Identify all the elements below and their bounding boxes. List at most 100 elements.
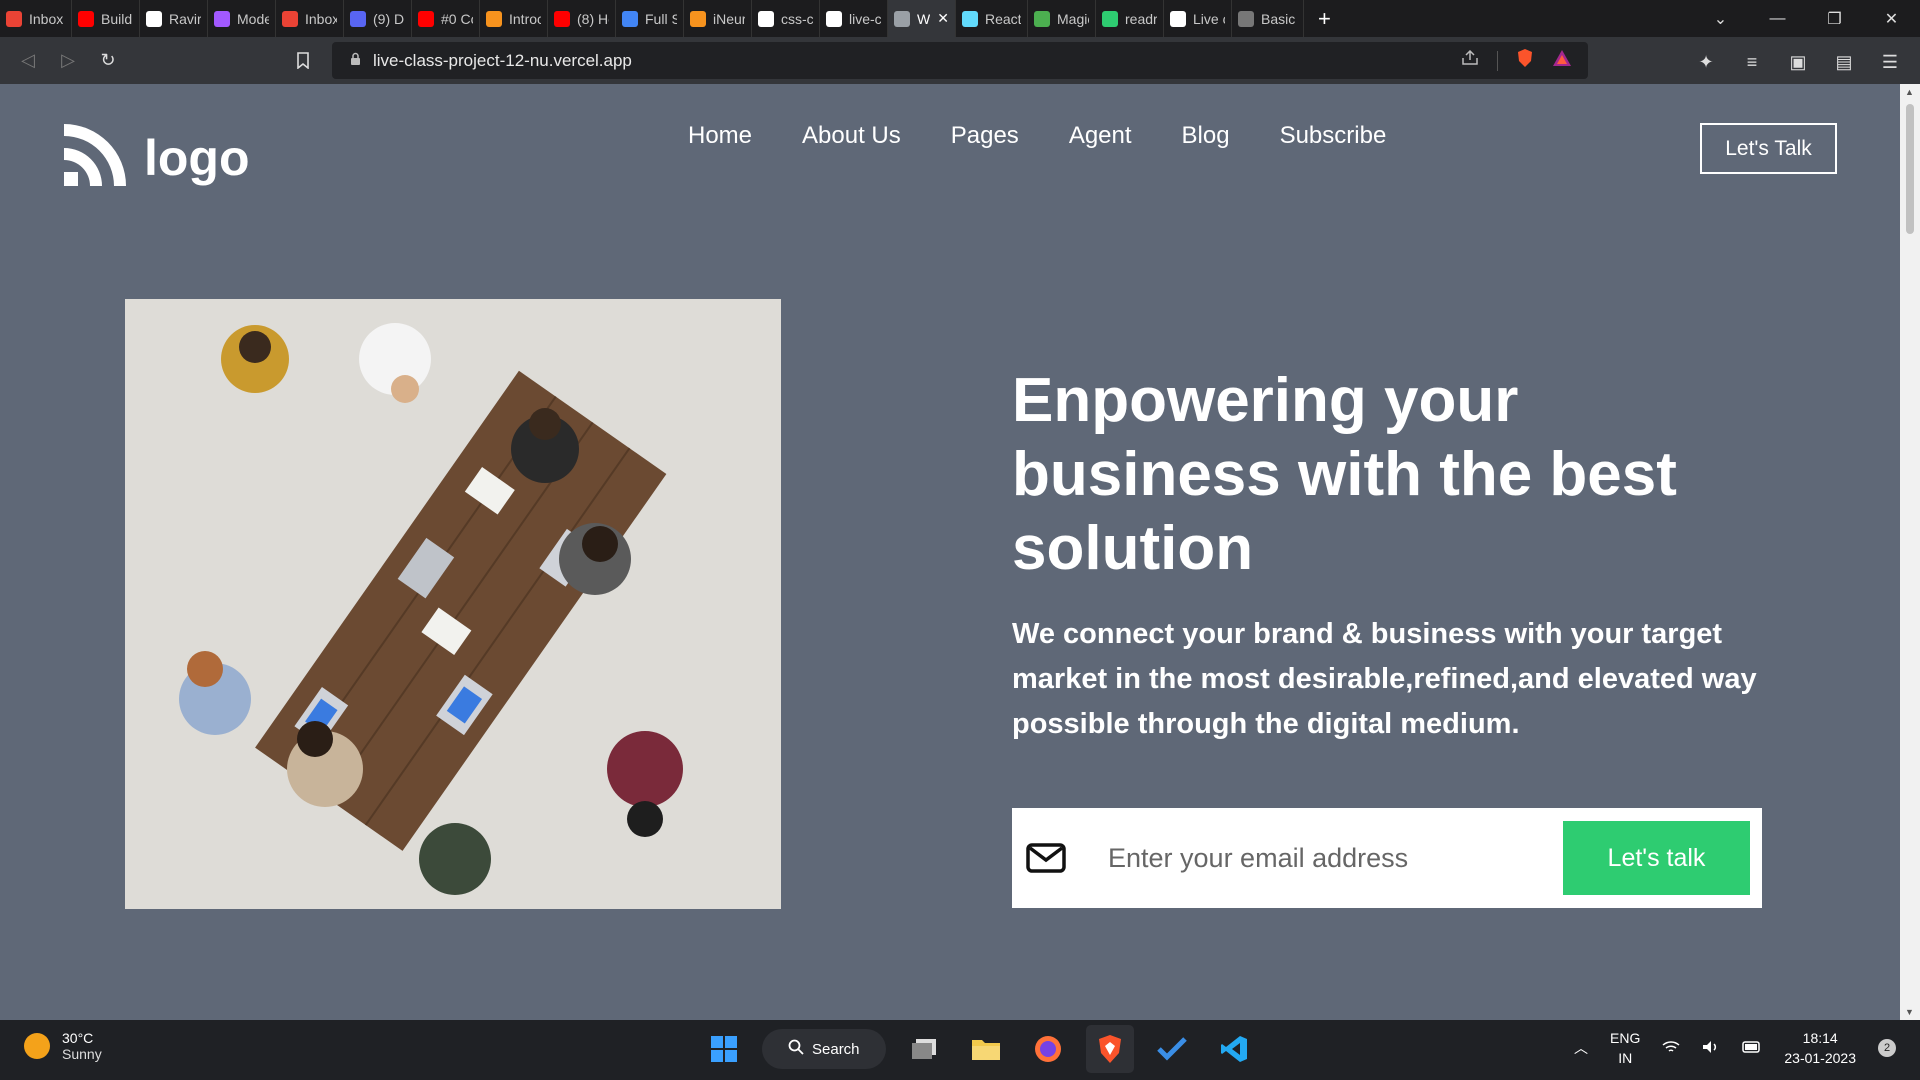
tab-title: Live c [1193, 10, 1225, 27]
main-nav: Home About Us Pages Agent Blog Subscribe [688, 122, 1386, 150]
menu-icon[interactable]: ☰ [1870, 42, 1910, 82]
extensions-icon[interactable]: ✦ [1686, 42, 1726, 82]
nav-about-us[interactable]: About Us [802, 122, 901, 150]
task-view-icon[interactable] [900, 1025, 948, 1073]
tab-title: Basic [1261, 10, 1296, 27]
weather-description: Sunny [62, 1046, 102, 1062]
gmail-icon [6, 10, 22, 27]
browser-tab[interactable]: readr [1096, 0, 1164, 37]
browser-tab[interactable]: Basic [1232, 0, 1304, 37]
tab-search-icon[interactable]: ⌄ [1692, 0, 1749, 37]
email-signup-form: Let's talk [1012, 808, 1762, 908]
browser-tab[interactable]: W ✕ [888, 0, 956, 37]
tab-title: iNeur [713, 10, 745, 27]
page-scrollbar[interactable]: ▲ ▼ [1900, 84, 1920, 1020]
scroll-down-icon[interactable]: ▼ [1905, 1007, 1914, 1017]
hero-image-team-meeting [125, 299, 781, 909]
weather-temperature: 30°C [62, 1030, 94, 1046]
close-tab-icon[interactable]: ✕ [937, 10, 949, 27]
chevron-up-icon[interactable]: ︿ [1574, 1038, 1588, 1058]
browser-tab[interactable]: React [956, 0, 1028, 37]
nav-blog[interactable]: Blog [1182, 122, 1230, 150]
browser-tab[interactable]: live-c [820, 0, 888, 37]
readme-icon [1102, 10, 1118, 27]
taskbar-search[interactable]: Search [762, 1029, 886, 1069]
todo-icon[interactable] [1148, 1025, 1196, 1073]
browser-tab[interactable]: Introc [480, 0, 548, 37]
wifi-icon[interactable] [1662, 1040, 1680, 1057]
clock[interactable]: 18:14 23-01-2023 [1784, 1028, 1856, 1068]
tab-title: Ravira [169, 10, 201, 27]
sidebar-icon[interactable]: ▣ [1778, 42, 1818, 82]
tab-title: Full St [645, 10, 677, 27]
browser-tab[interactable]: (8) Hc [548, 0, 616, 37]
close-window-icon[interactable]: ✕ [1863, 0, 1920, 37]
lets-talk-submit-button[interactable]: Let's talk [1563, 821, 1750, 895]
volume-icon[interactable] [1702, 1040, 1720, 1057]
new-tab-button[interactable]: + [1304, 6, 1345, 32]
forward-icon[interactable]: ▷ [48, 41, 88, 81]
nav-pages[interactable]: Pages [951, 122, 1019, 150]
tab-title: Introc [509, 10, 541, 27]
email-input[interactable] [1108, 842, 1548, 874]
browser-tab[interactable]: Mode [208, 0, 276, 37]
search-label: Search [812, 1040, 860, 1058]
minimize-icon[interactable]: — [1749, 0, 1806, 37]
share-icon[interactable] [1461, 49, 1479, 71]
discord-icon [350, 10, 366, 27]
site-logo[interactable]: logo [62, 122, 250, 193]
youtube-icon [418, 10, 434, 27]
hero-headline: Enpowering your business with the best s… [1012, 366, 1677, 583]
hero-subtext: We connect your brand & business with yo… [1012, 618, 1757, 740]
address-bar[interactable]: live-class-project-12-nu.vercel.app [332, 42, 1588, 79]
github-icon [758, 10, 774, 27]
file-explorer-icon[interactable] [962, 1025, 1010, 1073]
reload-icon[interactable]: ↻ [88, 41, 128, 81]
browser-tab[interactable]: (9) Di [344, 0, 412, 37]
sun-icon [24, 1033, 50, 1059]
markdown-icon [1238, 10, 1254, 27]
tab-title: Build [101, 10, 133, 27]
tab-title: #0 Co [441, 10, 473, 27]
battery-icon[interactable] [1742, 1040, 1762, 1056]
browser-tab[interactable]: Inbox [0, 0, 72, 37]
globe-icon [894, 10, 910, 27]
browser-tab[interactable]: Live c [1164, 0, 1232, 37]
browser-tab[interactable]: css-cl [752, 0, 820, 37]
browser-tab[interactable]: Inbox [276, 0, 344, 37]
browser-tab[interactable]: Magic [1028, 0, 1096, 37]
restore-icon[interactable]: ❐ [1806, 0, 1863, 37]
scroll-thumb[interactable] [1906, 104, 1914, 234]
scroll-up-icon[interactable]: ▲ [1905, 87, 1914, 97]
start-button[interactable] [700, 1025, 748, 1073]
nav-agent[interactable]: Agent [1069, 122, 1132, 150]
notification-badge[interactable]: 2 [1878, 1039, 1896, 1057]
firefox-icon[interactable] [1024, 1025, 1072, 1073]
browser-tab[interactable]: Build [72, 0, 140, 37]
browser-toolbar: ◁ ▷ ↻ live-class-project-12-nu.vercel.ap… [0, 37, 1920, 84]
youtube-icon [554, 10, 570, 27]
browser-tab[interactable]: Ravira [140, 0, 208, 37]
nav-subscribe[interactable]: Subscribe [1280, 122, 1387, 150]
figma-icon [214, 10, 230, 27]
browser-tab[interactable]: Full St [616, 0, 684, 37]
browser-tab[interactable]: #0 Co [412, 0, 480, 37]
browser-tab[interactable]: iNeur [684, 0, 752, 37]
rss-logo-icon [62, 122, 128, 193]
playlist-icon[interactable]: ≡ [1732, 42, 1772, 82]
url-text: live-class-project-12-nu.vercel.app [373, 50, 632, 70]
browser-tab-strip: Inbox Build Ravira Mode Inbox (9) Di #0 Co Intr… [0, 0, 1920, 37]
brave-browser-icon[interactable] [1086, 1025, 1134, 1073]
nav-home[interactable]: Home [688, 122, 752, 150]
vscode-icon[interactable] [1210, 1025, 1258, 1073]
tab-title: readr [1125, 10, 1157, 27]
vercel-icon [826, 10, 842, 27]
brave-shields-icon[interactable] [1516, 48, 1534, 73]
bookmark-icon[interactable] [283, 40, 323, 80]
header-lets-talk-button[interactable]: Let's Talk [1700, 123, 1837, 174]
brave-rewards-icon[interactable] [1552, 49, 1572, 72]
weather-widget[interactable]: 30°C Sunny [24, 1030, 102, 1062]
back-icon[interactable]: ◁ [8, 41, 48, 81]
wallet-icon[interactable]: ▤ [1824, 42, 1864, 82]
language-indicator[interactable]: ENG IN [1610, 1028, 1640, 1068]
